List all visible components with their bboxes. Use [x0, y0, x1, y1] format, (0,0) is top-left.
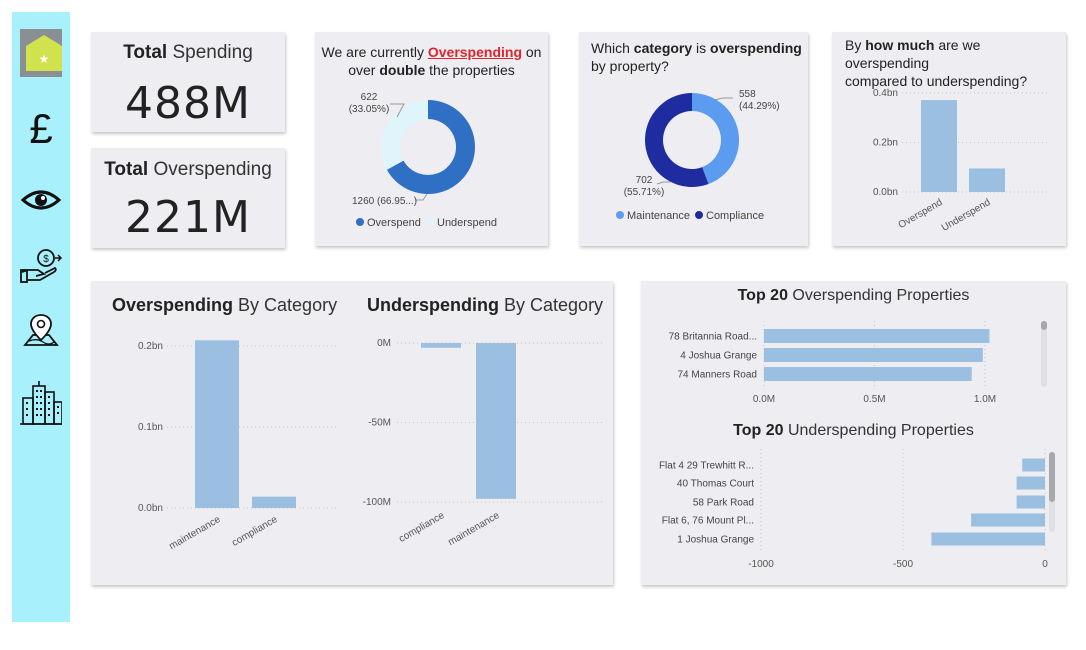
- over-vs-under-chart: 0.4bn 0.2bn 0.0bnOverspendUnderspend: [873, 88, 1047, 234]
- category-donut-card: Which category is overspending by proper…: [579, 32, 808, 246]
- row-label: Flat 4 29 Trewhitt R...: [659, 461, 754, 472]
- x-tick-label: 1.0M: [974, 394, 996, 405]
- bar-underspend: [969, 168, 1005, 192]
- bar-compliance: [421, 343, 461, 348]
- x-tick-label: Overspend: [897, 197, 945, 231]
- hand-money-icon: $: [20, 249, 62, 283]
- y-tick-label: 0.0bn: [138, 503, 163, 514]
- row-label: 40 Thomas Court: [677, 479, 754, 490]
- x-tick-label: compliance: [230, 514, 280, 549]
- legend-marker-underspend: [426, 218, 434, 226]
- top-properties-card: Top 20 Overspending Properties Top 20 Un…: [641, 281, 1066, 585]
- svg-text:£: £: [29, 106, 52, 150]
- bar-property: [1022, 458, 1045, 472]
- data-label-leader: [713, 97, 733, 101]
- y-tick-label: 0.0bn: [873, 187, 898, 198]
- x-tick-label: -1000: [748, 559, 774, 570]
- legend-label-overspend: Overspend: [367, 217, 421, 229]
- under-by-category-chart: 0M -50M -100M compliance maintenance: [363, 338, 603, 548]
- nav-map-button[interactable]: [20, 310, 62, 352]
- sidebar-nav: ★ £ $: [12, 12, 70, 622]
- bar-property: [971, 513, 1045, 527]
- y-tick-label: 0M: [377, 338, 391, 349]
- category-donut-chart: 558(44.29%) 702(55.71%) Maintenance Complia…: [616, 89, 780, 222]
- y-tick-label: 0.2bn: [873, 138, 898, 149]
- total-spending-title: Total Spending: [123, 42, 253, 63]
- top-under-scroll-thumb[interactable]: [1049, 452, 1055, 502]
- top-under-chart: -1000 -500 0 Flat 4 29 Trewhitt R... 40 Thom…: [659, 449, 1048, 570]
- data-label-underspend: 622: [361, 92, 378, 103]
- bar-maintenance: [476, 343, 516, 499]
- row-label: 58 Park Road: [693, 498, 754, 509]
- legend-label-maintenance: Maintenance: [627, 210, 690, 222]
- x-tick-label: Underspend: [940, 197, 993, 234]
- x-tick-label: compliance: [397, 510, 447, 545]
- overspend-donut-chart: 622(33.05%) 1260 (66.95...) Overspend Under…: [349, 92, 497, 229]
- data-label-leader: [656, 181, 671, 185]
- nav-finance-button[interactable]: £: [20, 106, 62, 150]
- data-label-compliance: 702: [636, 175, 653, 186]
- data-label-compliance: (55.71%): [624, 187, 665, 198]
- bar-property: [764, 367, 972, 381]
- home-icon: ★: [20, 29, 62, 77]
- legend-label-underspend: Underspend: [437, 217, 497, 229]
- data-label-overspend: 1260 (66.95...): [352, 196, 417, 207]
- bar-property: [764, 348, 983, 362]
- bar-overspend: [921, 100, 957, 192]
- row-label: 74 Manners Road: [678, 370, 758, 381]
- bar-maintenance: [195, 340, 239, 508]
- city-buildings-icon: [20, 381, 62, 425]
- x-tick-label: 0.0M: [753, 394, 775, 405]
- legend-label-compliance: Compliance: [706, 210, 764, 222]
- y-tick-label: -100M: [363, 497, 391, 508]
- svg-text:★: ★: [39, 52, 50, 66]
- top-under-scrollbar[interactable]: [1049, 452, 1055, 532]
- top-over-scroll-thumb[interactable]: [1041, 321, 1047, 330]
- top-over-chart: 0.0M 0.5M 1.0M 78 Britannia Road... 4 Joshua…: [669, 321, 996, 405]
- data-label-maintenance: 558: [739, 89, 756, 100]
- total-overspending-value: 221M: [125, 192, 251, 243]
- x-tick-label: 0: [1042, 559, 1048, 570]
- data-label-underspend: (33.05%): [349, 104, 390, 115]
- y-tick-label: 0.1bn: [138, 422, 163, 433]
- map-pin-icon: [23, 314, 59, 346]
- y-tick-label: -50M: [368, 418, 391, 429]
- overspend-donut-card: We are currently Overspending on over do…: [315, 32, 548, 246]
- nav-overview-button[interactable]: [20, 179, 62, 221]
- bar-property: [1016, 495, 1045, 509]
- x-tick-label: maintenance: [167, 514, 222, 552]
- bar-compliance: [252, 496, 296, 508]
- row-label: 78 Britannia Road...: [669, 332, 757, 343]
- x-tick-label: maintenance: [446, 510, 501, 548]
- row-label: 4 Joshua Grange: [680, 351, 757, 362]
- legend-marker-overspend: [356, 218, 364, 226]
- nav-properties-button[interactable]: [20, 381, 62, 425]
- row-label: Flat 6, 76 Mount Pl...: [662, 516, 754, 527]
- row-label: 1 Joshua Grange: [677, 535, 754, 546]
- top-over-scrollbar[interactable]: [1041, 321, 1047, 387]
- y-tick-label: 0.2bn: [138, 341, 163, 352]
- bar-property: [1016, 476, 1045, 490]
- eye-icon: [21, 190, 61, 210]
- total-overspending-card: Total Overspending 221M: [91, 148, 285, 248]
- total-spending-value: 488M: [125, 78, 251, 129]
- y-tick-label: 0.4bn: [873, 88, 898, 99]
- total-overspending-title: Total Overspending: [104, 159, 272, 180]
- x-tick-label: 0.5M: [863, 394, 885, 405]
- over-vs-under-card: By how much are we overspending compared…: [832, 32, 1066, 246]
- bar-property: [931, 532, 1045, 546]
- pound-icon: £: [29, 106, 52, 150]
- bar-property: [764, 329, 990, 343]
- legend-marker-compliance: [695, 211, 703, 219]
- over-by-category-chart: 0.2bn 0.1bn 0.0bn maintenance compliance: [138, 340, 339, 552]
- legend-marker-maintenance: [616, 211, 624, 219]
- nav-payments-button[interactable]: $: [20, 244, 62, 286]
- x-tick-label: -500: [893, 559, 913, 570]
- svg-text:$: $: [43, 254, 49, 265]
- total-spending-card: Total Spending 488M: [91, 32, 285, 132]
- by-category-card: Overspending By Category Underspending B…: [91, 281, 613, 585]
- nav-home-button[interactable]: ★: [20, 29, 62, 77]
- data-label-maintenance: (44.29%): [739, 101, 780, 112]
